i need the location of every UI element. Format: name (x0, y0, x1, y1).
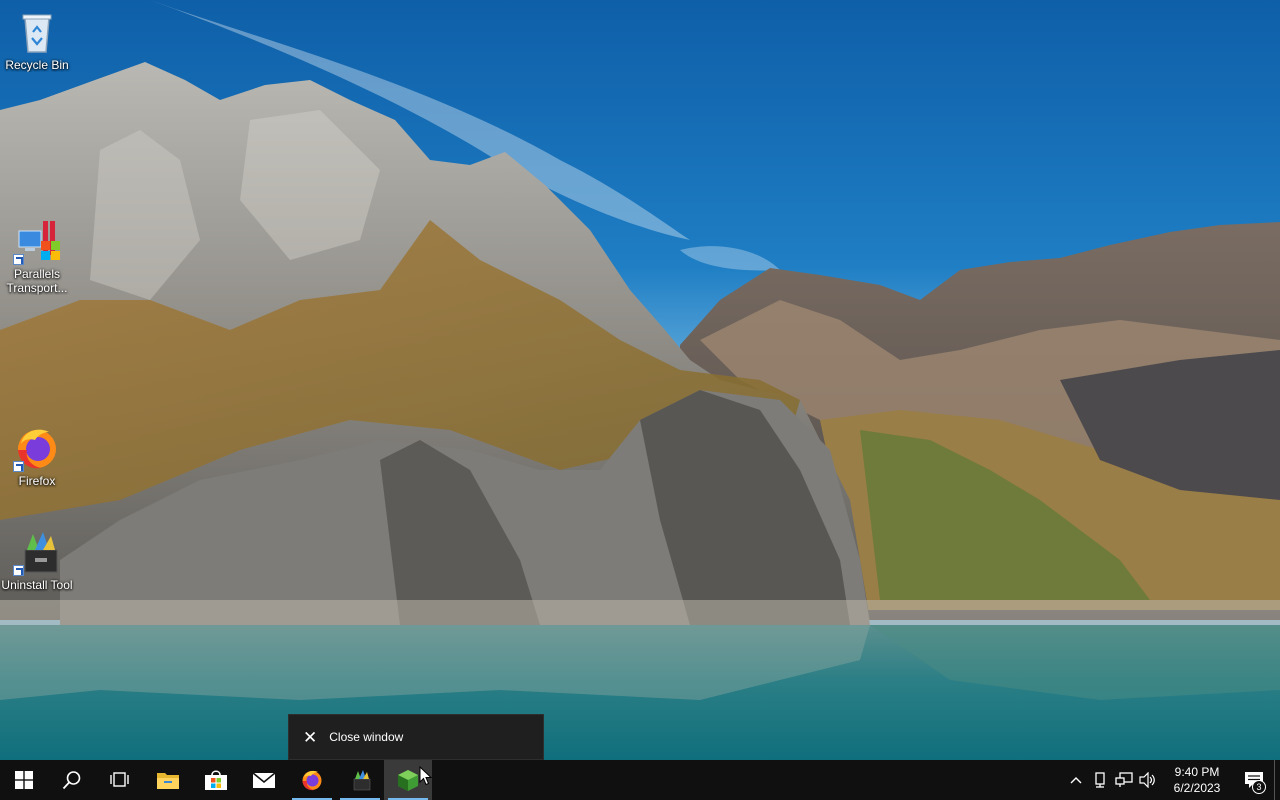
firefox-taskbar-button[interactable] (288, 760, 336, 800)
recycle-bin-icon (13, 8, 61, 56)
shortcut-arrow-icon (13, 254, 24, 265)
close-icon: ✕ (303, 727, 318, 747)
mail-button[interactable] (240, 760, 288, 800)
file-explorer-button[interactable] (144, 760, 192, 800)
desktop-icon-recycle-bin[interactable]: Recycle Bin (0, 8, 74, 72)
clock[interactable]: 9:40 PM 6/2/2023 (1164, 764, 1230, 796)
uninstall-tool-icon (353, 770, 371, 791)
shortcut-arrow-icon (13, 461, 24, 472)
cube-icon (398, 770, 418, 791)
desktop-icon-firefox[interactable]: Firefox (0, 424, 74, 488)
notification-count-badge: 3 (1252, 780, 1266, 794)
desktop-icon-parallels-transport[interactable]: Parallels Transport... (0, 217, 74, 295)
folder-icon (157, 773, 179, 789)
firefox-icon (13, 424, 61, 472)
action-center-button[interactable]: 3 (1234, 760, 1274, 800)
desktop-icon-uninstall-tool[interactable]: Uninstall Tool (0, 528, 74, 592)
firefox-icon (302, 770, 322, 791)
clock-time: 9:40 PM (1174, 765, 1220, 779)
mail-icon (252, 772, 276, 788)
search-icon (62, 771, 81, 790)
clock-date: 6/2/2023 (1173, 781, 1221, 795)
close-window-label: Close window (329, 730, 404, 744)
mountain-lake-scene (0, 0, 1280, 760)
shortcut-arrow-icon (13, 565, 24, 576)
desktop-icon-label: Parallels Transport... (6, 267, 68, 295)
network-icon[interactable] (1112, 760, 1136, 800)
show-desktop-button[interactable] (1274, 760, 1280, 800)
network-device-icon[interactable] (1088, 760, 1112, 800)
close-window-menu-item[interactable]: ✕ Close window (288, 714, 544, 760)
desktop-icon-label: Uninstall Tool (1, 578, 73, 592)
system-tray: 9:40 PM 6/2/2023 3 (1064, 760, 1280, 800)
task-view-button[interactable] (96, 760, 144, 800)
search-button[interactable] (48, 760, 96, 800)
task-view-icon (110, 772, 129, 787)
volume-icon[interactable] (1136, 760, 1160, 800)
store-bag-icon (205, 770, 227, 790)
uninstall-tool-icon (13, 528, 61, 576)
start-button[interactable] (0, 760, 48, 800)
windows-logo-icon (15, 771, 33, 789)
parallels-transport-icon (13, 217, 61, 265)
chevron-up-icon[interactable] (1064, 760, 1088, 800)
desktop-icon-label: Firefox (18, 474, 56, 488)
uninstall-tool-taskbar-button[interactable] (336, 760, 384, 800)
microsoft-store-button[interactable] (192, 760, 240, 800)
taskbar: 9:40 PM 6/2/2023 3 (0, 760, 1280, 800)
desktop-icon-label: Recycle Bin (5, 58, 69, 72)
mouse-cursor-icon (419, 766, 433, 786)
desktop-wallpaper: Recycle Bin Parallels Transport... Firef… (0, 0, 1280, 760)
